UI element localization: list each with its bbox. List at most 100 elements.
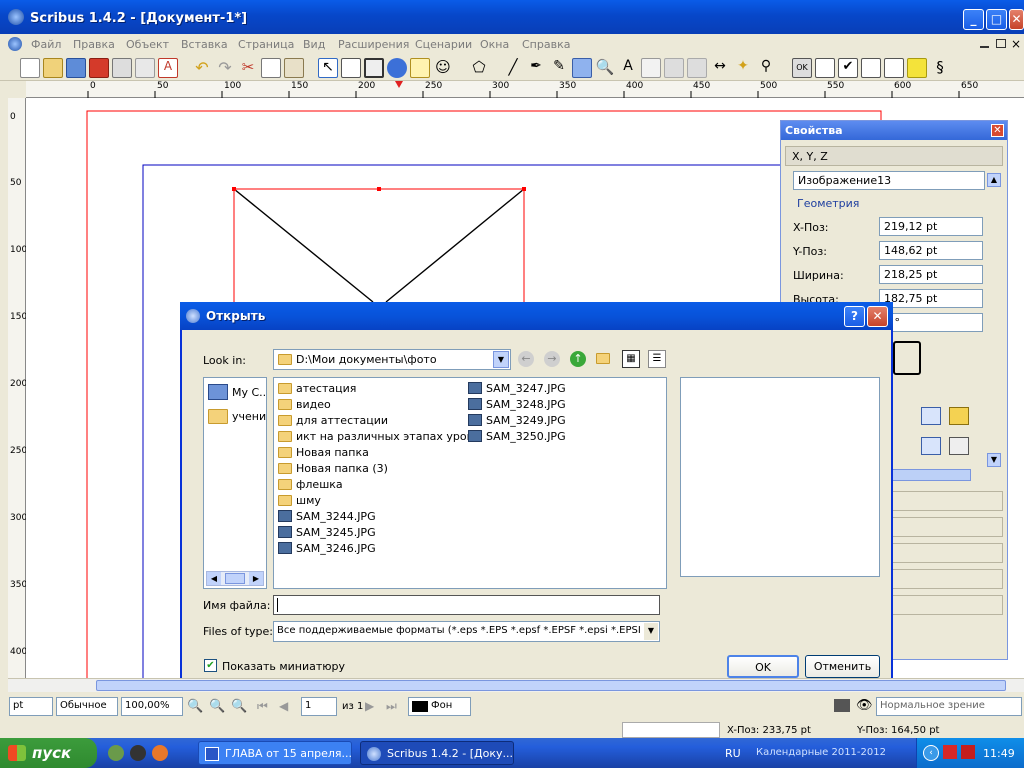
text-frame-icon[interactable] [341, 58, 361, 78]
pdf-textfield-icon[interactable] [815, 58, 835, 78]
flip-vertical-icon[interactable] [921, 437, 941, 455]
page-number-field[interactable]: 1 [301, 697, 337, 716]
mdi-restore-icon[interactable] [996, 39, 1006, 48]
list-item-folder[interactable]: шму [278, 492, 321, 508]
copy-icon[interactable] [261, 58, 281, 78]
freehand-icon[interactable]: ✎ [549, 58, 569, 78]
pdf-listbox-icon[interactable] [884, 58, 904, 78]
pdf-checkbox-icon[interactable]: ✔ [838, 58, 858, 78]
up-folder-icon[interactable]: ↑ [570, 351, 586, 367]
shape-icon[interactable]: ☺ [433, 58, 453, 78]
vision-mode-select[interactable]: Нормальное зрение [876, 697, 1022, 716]
image-frame-icon[interactable] [364, 58, 384, 78]
taskbar-item-scribus[interactable]: Scribus 1.4.2 - [Доку... [360, 741, 514, 765]
menu-edit[interactable]: Правка [73, 38, 115, 51]
taskbar-item-word[interactable]: ГЛАВА от 15 апреля... [198, 741, 352, 765]
menu-help[interactable]: Справка [522, 38, 570, 51]
line-icon[interactable]: ╱ [503, 58, 523, 78]
save-icon[interactable] [66, 58, 86, 78]
ok-button[interactable]: OK [727, 655, 799, 678]
scroll-right-icon[interactable]: ▶ [249, 572, 263, 585]
list-item-file[interactable]: SAM_3248.JPG [468, 396, 566, 412]
preflight-icon[interactable] [135, 58, 155, 78]
menu-view[interactable]: Вид [303, 38, 325, 51]
palette-close-icon[interactable]: ✕ [991, 124, 1004, 137]
menu-windows[interactable]: Окна [480, 38, 509, 51]
palette-section[interactable] [891, 517, 1003, 537]
unit-select[interactable]: pt [9, 697, 53, 716]
detail-view-icon[interactable]: ☰ [648, 350, 666, 368]
xyz-section[interactable]: X, Y, Z [785, 146, 1003, 166]
vertical-ruler[interactable]: 0 50 100 150 200 250 300 350 400 [8, 98, 27, 678]
close-document-icon[interactable] [89, 58, 109, 78]
list-item-file[interactable]: SAM_3245.JPG [278, 524, 376, 540]
scroll-thumb[interactable] [96, 680, 1006, 691]
menu-extensions[interactable]: Расширения [338, 38, 409, 51]
measure-icon[interactable]: ↔ [710, 58, 730, 78]
width-field[interactable]: 218,25 pt [879, 265, 983, 284]
pdf-annotation-icon[interactable] [907, 58, 927, 78]
list-view-icon[interactable]: ▦ [622, 350, 640, 368]
pdf-button-icon[interactable]: OK [792, 58, 812, 78]
undo-icon[interactable]: ↶ [192, 58, 212, 78]
prev-page-icon[interactable]: ◀ [279, 699, 288, 713]
horizontal-ruler[interactable]: 0 50 100 150 200 250 300 350 400 450 500… [26, 81, 1024, 98]
list-item-folder[interactable]: видео [278, 396, 331, 412]
chevron-down-icon[interactable]: ▼ [493, 351, 509, 368]
clock[interactable]: 11:49 [983, 747, 1015, 760]
scroll-thumb[interactable] [225, 573, 245, 584]
zoom-out-icon[interactable]: 🔍 [187, 699, 203, 714]
list-item-folder[interactable]: Новая папка (3) [278, 460, 388, 476]
next-page-icon[interactable]: ▶ [365, 699, 374, 713]
unlink-frames-icon[interactable] [687, 58, 707, 78]
print-icon[interactable] [112, 58, 132, 78]
cancel-button[interactable]: Отменить [805, 655, 880, 678]
menu-file[interactable]: Файл [31, 38, 61, 51]
object-name-field[interactable]: Изображение13 [793, 171, 985, 190]
list-item-file[interactable]: SAM_3249.JPG [468, 412, 566, 428]
render-frame-icon[interactable] [387, 58, 407, 78]
quicklaunch-icon[interactable] [108, 745, 124, 761]
lock-icon[interactable] [949, 407, 969, 425]
tray-arrow-icon[interactable]: ‹ [923, 745, 939, 761]
pdf-export-icon[interactable]: A [158, 58, 178, 78]
filetype-combo[interactable]: Все поддерживаемые форматы (*.eps *.EPS … [273, 621, 660, 642]
list-item-folder[interactable]: для аттестации [278, 412, 388, 428]
render-mode-select[interactable]: Обычное [56, 697, 118, 716]
eye-icon[interactable]: 👁 [856, 698, 873, 713]
list-item-folder[interactable]: атестация [278, 380, 356, 396]
look-in-combo[interactable]: D:\Мои документы\фото ▼ [273, 349, 511, 370]
forward-icon[interactable]: → [544, 351, 560, 367]
copy-properties-icon[interactable]: ✦ [733, 58, 753, 78]
close-button[interactable]: ✕ [1009, 9, 1024, 30]
zoom-field[interactable]: 100,00% [121, 697, 183, 716]
story-editor-icon[interactable] [641, 58, 661, 78]
redo-icon[interactable]: ↷ [215, 58, 235, 78]
back-icon[interactable]: ← [518, 351, 534, 367]
palette-section[interactable] [891, 543, 1003, 563]
maximize-button[interactable]: □ [986, 9, 1007, 30]
scroll-left-icon[interactable]: ◀ [207, 572, 221, 585]
place-my-computer[interactable]: My C... [208, 384, 266, 400]
menu-scripts[interactable]: Сценарии [415, 38, 472, 51]
table-icon[interactable] [410, 58, 430, 78]
ypos-field[interactable]: 148,62 pt [879, 241, 983, 260]
canvas-hscrollbar[interactable] [8, 678, 1024, 692]
places-hscrollbar[interactable]: ◀ ▶ [206, 571, 264, 586]
edit-text-icon[interactable]: A [618, 58, 638, 78]
rotate-icon[interactable] [572, 58, 592, 78]
size-lock-icon[interactable] [949, 437, 969, 455]
xpos-field[interactable]: 219,12 pt [879, 217, 983, 236]
filename-input[interactable] [273, 595, 660, 615]
menu-page[interactable]: Страница [238, 38, 294, 51]
dialog-close-button[interactable]: ✕ [867, 306, 888, 327]
mdi-minimize-icon[interactable] [980, 46, 989, 48]
language-indicator[interactable]: RU [725, 747, 741, 760]
cut-icon[interactable]: ✂ [238, 58, 258, 78]
last-page-icon[interactable]: ⏭ [386, 699, 397, 714]
place-user[interactable]: учени [208, 408, 266, 424]
tray-app-icon[interactable] [943, 745, 957, 759]
file-list[interactable]: атестация видео для аттестации икт на ра… [273, 377, 667, 589]
palette-hscroll-icon[interactable] [891, 469, 971, 481]
list-item-file[interactable]: SAM_3244.JPG [278, 508, 376, 524]
